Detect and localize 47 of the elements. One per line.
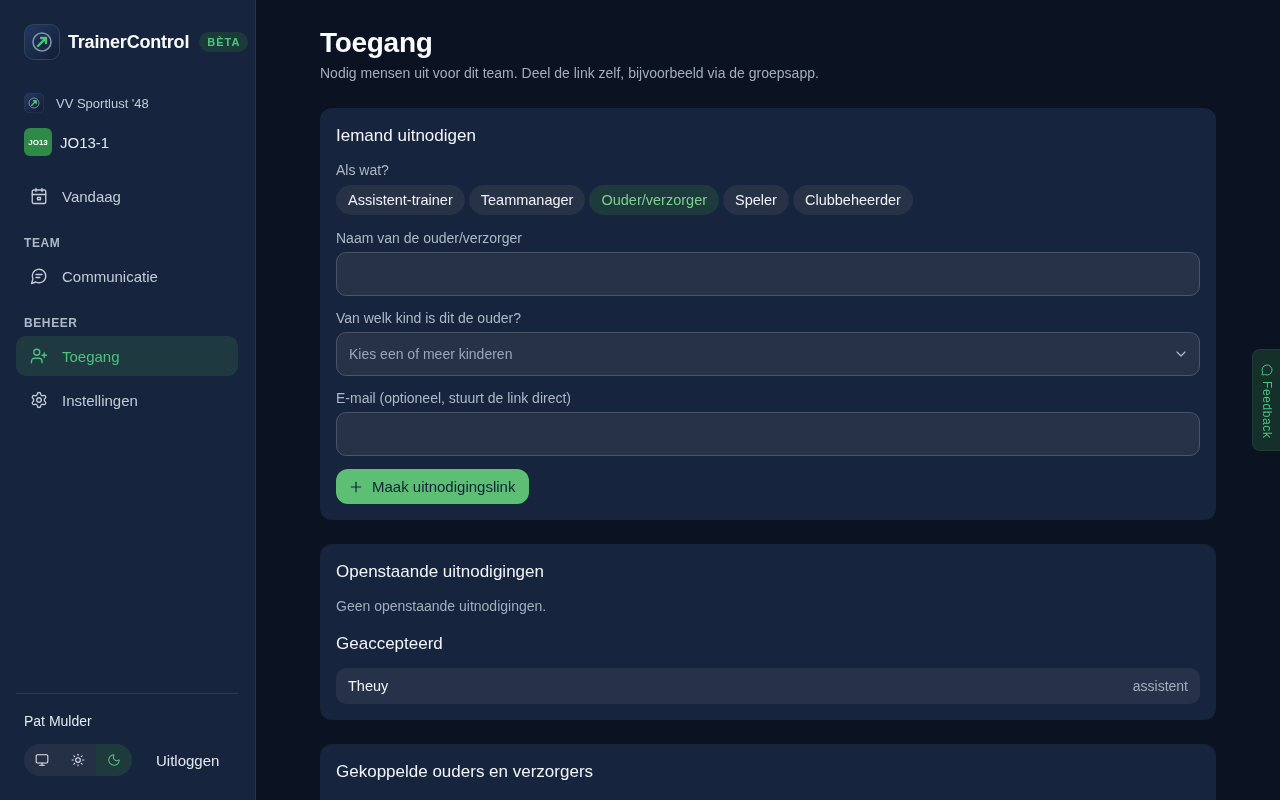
calendar-icon [30,187,48,205]
person-role: assistent [1132,678,1188,694]
card-title: Iemand uitnodigen [336,125,477,147]
person-name: Theuy [348,678,389,694]
nav-item[interactable]: Vandaag [16,176,238,216]
logo-icon [24,24,60,60]
field-label: Als wat? [336,161,390,180]
section-title: Geaccepteerd [336,633,444,655]
section-heading: TEAM [23,235,62,251]
brand-name: TrainerControl [68,31,190,53]
user-plus-icon [30,347,48,365]
input-field[interactable] [336,252,1200,296]
page-subtitle: Nodig mensen uit voor dit team. Deel de link zelf, bijvoorbeeld via de groepsapp. [320,64,820,83]
logout-button[interactable]: Uitloggen [156,747,220,773]
chat-bubble-icon [30,267,48,285]
field-label: Naam van de ouder/verzorger [336,229,523,248]
create-link-button[interactable]: Maak uitnodigingslink [336,469,530,504]
empty-state-text: Geen openstaande uitnodigingen. [336,597,548,616]
select-field[interactable]: Kies een of meer kinderen [336,332,1200,376]
moon-icon [107,753,121,767]
nav-item[interactable]: Toegang [16,336,238,376]
gear-icon [30,391,48,409]
role-chip[interactable]: Clubbeheerder [792,185,913,215]
club-name: VV Sportlust '48 [56,95,149,111]
chat-bubble-icon [1260,364,1273,376]
role-chip[interactable]: Speler [723,185,789,215]
dark-theme-button[interactable] [96,744,132,776]
feedback-tab[interactable]: Feedback [1252,349,1280,451]
input-field[interactable] [336,412,1200,456]
nav-item[interactable]: Instellingen [16,380,238,420]
card-title: Openstaande uitnodigingen [336,561,545,583]
nav-item[interactable]: Communicatie [16,256,238,296]
role-chip[interactable]: Teammanager [468,185,586,215]
club-logo-icon [24,93,44,113]
user-name: Pat Mulder [23,712,93,730]
team-badge: JO13 [24,128,52,156]
monitor-icon [35,753,49,767]
sun-icon [71,753,85,767]
team-name: JO13-1 [60,133,110,151]
role-chip[interactable]: Ouder/verzorger [589,185,720,215]
card-title: Gekoppelde ouders en verzorgers [336,761,595,783]
page-title: Toegang [320,26,434,60]
role-chip[interactable]: Assistent-trainer [336,185,465,215]
field-label: Van welk kind is dit de ouder? [336,309,522,328]
section-heading: BEHEER [23,315,79,331]
field-label: E-mail (optioneel, stuurt de link direct) [336,389,572,408]
beta-badge: BÈTA [199,32,249,52]
